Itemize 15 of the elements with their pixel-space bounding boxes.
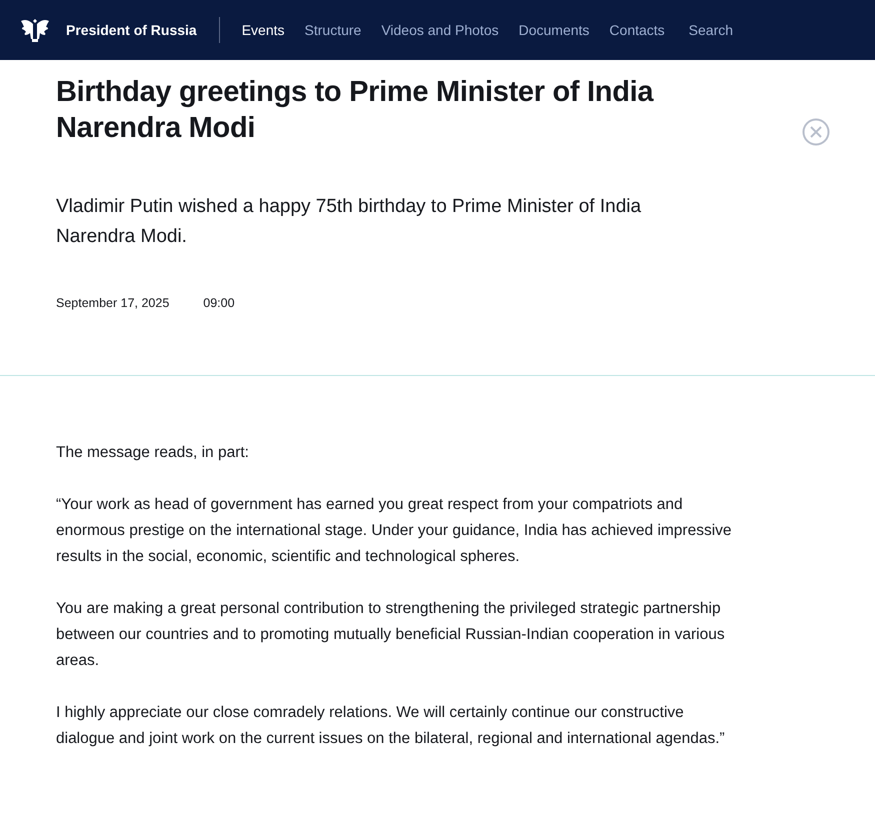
- search-link[interactable]: Search: [688, 22, 734, 38]
- site-title-link[interactable]: President of Russia: [66, 22, 197, 38]
- publish-time: 09:00: [203, 296, 235, 310]
- publish-date: September 17, 2025: [56, 296, 170, 310]
- article-paragraph: The message reads, in part:: [56, 443, 250, 463]
- article-title: Birthday greetings to Prime Minister of India Narendra Modi: [56, 75, 655, 146]
- article-paragraph: “Your work as head of government has earned you great respect from your compatriots and enormous prestige on the international stage. Under your guidance, India has achieved impressive results in the social, economic, scientific and technological spheres.: [56, 495, 733, 567]
- nav-link[interactable]: Events: [242, 22, 285, 38]
- article-paragraph: I highly appreciate our close comradely relations. We will certainly continue our constructive dialogue and joint work on the current issues on the bilateral, regional and international agendas.”: [56, 703, 726, 749]
- nav-link[interactable]: Documents: [518, 22, 590, 38]
- nav-link[interactable]: Contacts: [609, 22, 665, 38]
- nav-link[interactable]: Videos and Photos: [381, 22, 499, 38]
- article-lead: Vladimir Putin wished a happy 75th birthday to Prime Minister of India Narendra Modi.: [56, 195, 642, 249]
- nav-link[interactable]: Structure: [304, 22, 362, 38]
- article-paragraph: You are making a great personal contribution to strengthening the privileged strategic partnership between our countries and to promoting mutually beneficial Russian-Indian cooperation in various areas.: [56, 599, 726, 671]
